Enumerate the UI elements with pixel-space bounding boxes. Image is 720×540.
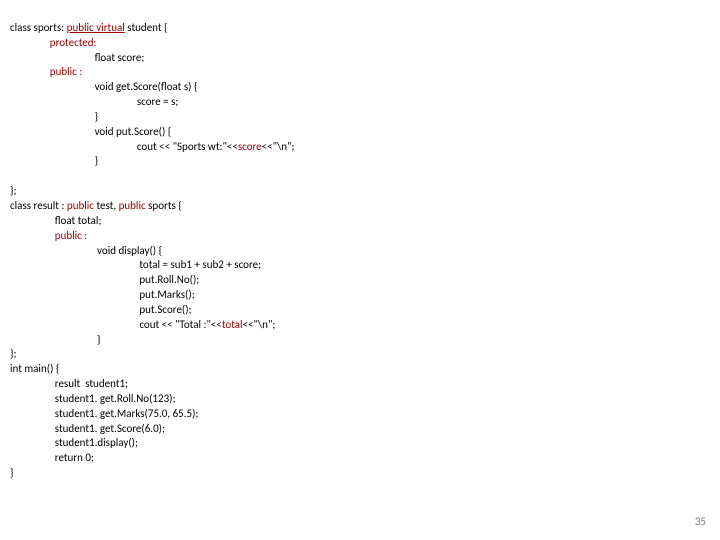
line-23: int main() { bbox=[10, 362, 59, 375]
line-5: void get.Score(float s) { bbox=[95, 80, 198, 93]
line-30: } bbox=[10, 466, 13, 479]
line-19: put.Score(); bbox=[139, 303, 191, 316]
line-24: result student1; bbox=[55, 377, 128, 390]
line-3: float score; bbox=[95, 51, 145, 64]
line-9c: <<"\n"; bbox=[262, 140, 295, 153]
line-1c: student { bbox=[125, 21, 168, 34]
line-21: } bbox=[97, 333, 100, 346]
line-11: }; bbox=[10, 184, 16, 197]
line-20a: cout << "Total :"<< bbox=[139, 318, 222, 331]
line-16: total = sub1 + sub2 + score; bbox=[139, 258, 261, 271]
line-12c: test, bbox=[94, 199, 119, 212]
line-18: put.Marks(); bbox=[139, 288, 194, 301]
line-13: float total; bbox=[55, 214, 102, 227]
line-10: } bbox=[95, 154, 98, 167]
line-20b-keyword: total bbox=[222, 318, 243, 331]
line-27: student1. get.Score(6.0); bbox=[55, 422, 165, 435]
line-9a: cout << "Sports wt:"<< bbox=[137, 140, 238, 153]
code-block: class sports: public virtual student { p… bbox=[0, 0, 720, 487]
line-12b-keyword: public bbox=[67, 199, 94, 212]
line-4-keyword: public : bbox=[50, 65, 82, 78]
line-12d-keyword: public bbox=[119, 199, 146, 212]
line-6: score = s; bbox=[137, 95, 179, 108]
line-7: } bbox=[95, 110, 98, 123]
line-1b-keyword: public virtual bbox=[67, 21, 125, 34]
line-8: void put.Score() { bbox=[95, 125, 172, 138]
line-14-keyword: public : bbox=[55, 229, 87, 242]
line-20c: <<"\n"; bbox=[243, 318, 276, 331]
line-2-keyword: protected: bbox=[50, 36, 97, 49]
page-number: 35 bbox=[695, 515, 706, 530]
line-28: student1.display(); bbox=[55, 436, 138, 449]
line-12a: class result : bbox=[10, 199, 67, 212]
line-26: student1. get.Marks(75.0, 65.5); bbox=[55, 407, 199, 420]
line-25: student1. get.Roll.No(123); bbox=[55, 392, 176, 405]
line-1a: class sports: bbox=[10, 21, 67, 34]
line-22: }; bbox=[10, 347, 16, 360]
line-17: put.Roll.No(); bbox=[139, 273, 199, 286]
line-29: return 0; bbox=[55, 451, 94, 464]
line-15: void display() { bbox=[97, 244, 162, 257]
line-9b-keyword: score bbox=[238, 140, 262, 153]
line-12e: sports { bbox=[146, 199, 182, 212]
